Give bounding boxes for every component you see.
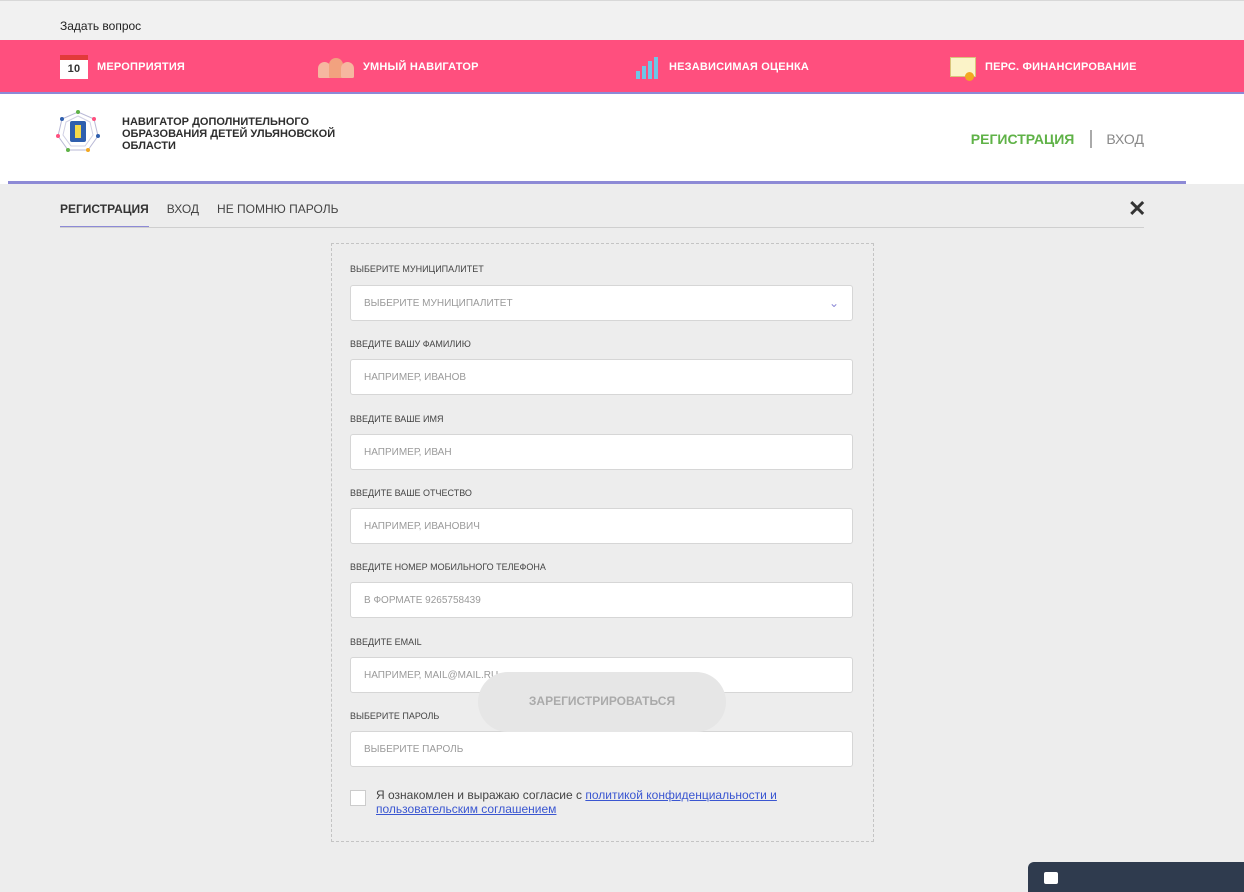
patronymic-label: ВВЕДИТЕ ВАШЕ ОТЧЕСТВО [350,488,472,498]
stats-icon [636,55,660,79]
password-input[interactable] [350,731,853,767]
tab-forgot-password[interactable]: НЕ ПОМНЮ ПАРОЛЬ [217,202,338,228]
name-label: ВВЕДИТЕ ВАШЕ ИМЯ [350,414,444,424]
nav-item-label: УМНЫЙ НАВИГАТОР [363,61,479,73]
name-input[interactable] [350,434,853,470]
calendar-icon: 10 [60,55,88,79]
tab-login[interactable]: ВХОД [167,202,199,228]
municipality-label: ВЫБЕРИТЕ МУНИЦИПАЛИТЕТ [350,264,484,274]
certificate-icon [950,57,976,81]
auth-tabs: РЕГИСТРАЦИЯ ВХОД НЕ ПОМНЮ ПАРОЛЬ [60,202,356,228]
tab-registration[interactable]: РЕГИСТРАЦИЯ [60,202,149,228]
people-icon [318,56,354,78]
email-label: ВВЕДИТЕ EMAIL [350,637,422,647]
municipality-select[interactable]: ВЫБЕРИТЕ МУНИЦИПАЛИТЕТ ⌄ [350,285,853,321]
nav-item-personal-financing[interactable]: ПЕРС. ФИНАНСИРОВАНИЕ [950,40,1137,94]
agreement: Я ознакомлен и выражаю согласие с полити… [350,788,873,816]
top-strip: Задать вопрос [0,0,1244,40]
main-nav-bar: 10 МЕРОПРИЯТИЯ УМНЫЙ НАВИГАТОР НЕЗАВИСИМ… [0,40,1244,94]
nav-item-smart-navigator[interactable]: УМНЫЙ НАВИГАТОР [318,40,479,94]
agreement-text: Я ознакомлен и выражаю согласие с полити… [376,788,873,816]
registration-form: ВЫБЕРИТЕ МУНИЦИПАЛИТЕТ ВЫБЕРИТЕ МУНИЦИПА… [331,243,874,842]
site-brand[interactable]: НАВИГАТОР ДОПОЛНИТЕЛЬНОГО ОБРАЗОВАНИЯ ДЕ… [122,116,362,152]
registration-panel: РЕГИСТРАЦИЯ ВХОД НЕ ПОМНЮ ПАРОЛЬ ✕ ВЫБЕР… [0,184,1244,892]
surname-input[interactable] [350,359,853,395]
close-icon[interactable]: ✕ [1128,198,1146,220]
chat-icon [1044,872,1058,884]
agreement-text-prefix: Я ознакомлен и выражаю согласие с [376,788,586,802]
surname-label: ВВЕДИТЕ ВАШУ ФАМИЛИЮ [350,339,471,349]
nav-item-label: ПЕРС. ФИНАНСИРОВАНИЕ [985,61,1137,73]
divider [1090,130,1093,148]
nav-item-label: МЕРОПРИЯТИЯ [97,61,186,73]
patronymic-input[interactable] [350,508,853,544]
agreement-checkbox[interactable] [350,790,366,806]
nav-item-independent-assessment[interactable]: НЕЗАВИСИМАЯ ОЦЕНКА [636,40,809,94]
password-label: ВЫБЕРИТЕ ПАРОЛЬ [350,711,440,721]
phone-label: ВВЕДИТЕ НОМЕР МОБИЛЬНОГО ТЕЛЕФОНА [350,562,546,572]
nav-item-events[interactable]: 10 МЕРОПРИЯТИЯ [60,40,185,94]
auth-links: РЕГИСТРАЦИЯ ВХОД [971,130,1144,148]
phone-input[interactable] [350,582,853,618]
register-button[interactable]: ЗАРЕГИСТРИРОВАТЬСЯ [478,672,726,732]
municipality-select-value: ВЫБЕРИТЕ МУНИЦИПАЛИТЕТ [364,297,513,309]
chevron-down-icon: ⌄ [828,296,839,310]
tabs-divider [60,227,1144,228]
login-link[interactable]: ВХОД [1106,131,1144,147]
ask-question-link[interactable]: Задать вопрос [60,19,141,33]
register-link[interactable]: РЕГИСТРАЦИЯ [971,131,1075,147]
logo-icon[interactable] [56,110,100,154]
site-header: НАВИГАТОР ДОПОЛНИТЕЛЬНОГО ОБРАЗОВАНИЯ ДЕ… [0,96,1244,182]
nav-item-label: НЕЗАВИСИМАЯ ОЦЕНКА [669,61,810,73]
chat-widget[interactable] [1028,862,1244,892]
